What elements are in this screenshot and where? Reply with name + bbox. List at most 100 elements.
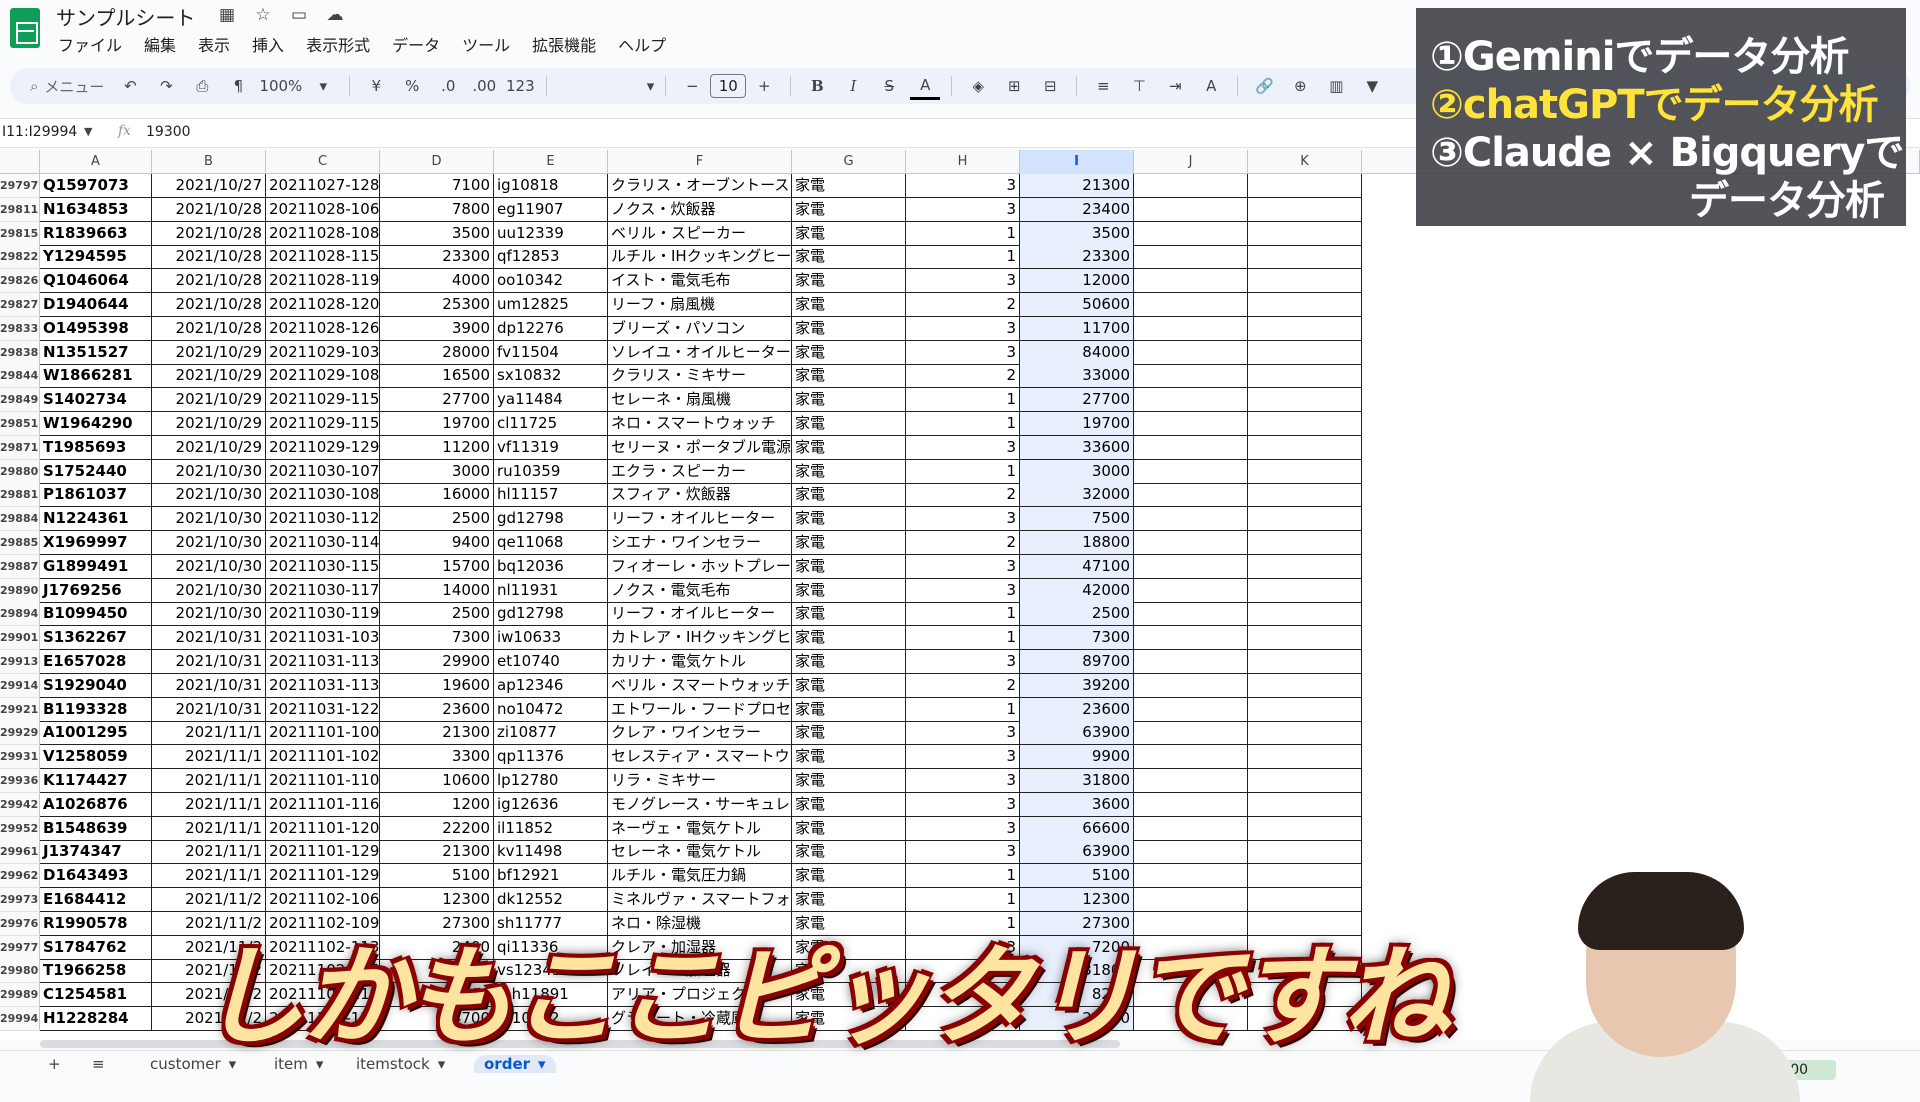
cell-d[interactable]: 1200 [380, 792, 494, 817]
cell-h[interactable]: 3 [906, 745, 1020, 770]
cell-d[interactable]: 19600 [380, 673, 494, 698]
cell-b[interactable]: 2021/11/1 [152, 864, 266, 889]
cell-k[interactable] [1248, 221, 1362, 246]
cell-b[interactable]: 2021/10/30 [152, 554, 266, 579]
row-number[interactable]: 29931 [0, 745, 40, 770]
increase-decimal-button[interactable]: .00 [469, 72, 499, 100]
row-number[interactable]: 29880 [0, 459, 40, 484]
cell-c[interactable]: 20211028-10634 [266, 197, 380, 222]
cell-g[interactable]: 家電 [792, 816, 906, 841]
cell-d[interactable]: 21300 [380, 840, 494, 865]
cell-d[interactable]: 29900 [380, 650, 494, 674]
cell-j[interactable] [1134, 888, 1248, 912]
cell-j[interactable] [1134, 602, 1248, 627]
row-number[interactable]: 29833 [0, 316, 40, 341]
cell-f[interactable]: ルチル・電気圧力鍋 [608, 864, 792, 889]
cell-f[interactable]: ルチル・IHクッキングヒーター [608, 245, 792, 270]
cell-i[interactable]: 5100 [1020, 864, 1134, 889]
font-size-input[interactable]: 10 [710, 74, 747, 98]
italic-button[interactable]: I [838, 72, 868, 100]
cell-k[interactable] [1248, 364, 1362, 389]
cell-b[interactable]: 2021/10/29 [152, 435, 266, 460]
cell-f[interactable]: カリナ・電気ケトル [608, 650, 792, 674]
cell-i[interactable]: 3000 [1020, 459, 1134, 484]
cell-b[interactable]: 2021/10/28 [152, 245, 266, 270]
cell-g[interactable]: 家電 [792, 412, 906, 436]
menu-insert[interactable]: 挿入 [252, 32, 284, 56]
column-header-i[interactable]: I [1020, 150, 1134, 174]
cell-f[interactable]: エトワール・フードプロセッサー [608, 697, 792, 722]
cell-e[interactable]: il11852 [494, 816, 608, 841]
cell-d[interactable]: 7100 [380, 174, 494, 198]
cell-i[interactable]: 33000 [1020, 364, 1134, 389]
cell-k[interactable] [1248, 293, 1362, 317]
cell-k[interactable] [1248, 388, 1362, 413]
cell-i[interactable]: 27700 [1020, 388, 1134, 413]
cell-j[interactable] [1134, 792, 1248, 817]
cell-b[interactable]: 2021/10/31 [152, 626, 266, 651]
menu-extensions[interactable]: 拡張機能 [532, 32, 596, 56]
cell-a[interactable]: W1964290 [40, 412, 152, 436]
cell-g[interactable]: 家電 [792, 174, 906, 198]
cell-h[interactable]: 1 [906, 602, 1020, 627]
cell-g[interactable]: 家電 [792, 769, 906, 793]
decrease-font-size-button[interactable]: − [677, 72, 707, 100]
cell-a[interactable]: B1548639 [40, 816, 152, 841]
cell-a[interactable]: C1254581 [40, 983, 152, 1008]
cell-f[interactable]: リーフ・オイルヒーター [608, 602, 792, 627]
cell-j[interactable] [1134, 221, 1248, 246]
cell-f[interactable]: ノクス・炊飯器 [608, 197, 792, 222]
cell-k[interactable] [1248, 721, 1362, 746]
cell-c[interactable]: 20211028-11922 [266, 269, 380, 294]
cell-a[interactable]: S1752440 [40, 459, 152, 484]
cell-j[interactable] [1134, 554, 1248, 579]
cell-d[interactable]: 4000 [380, 269, 494, 294]
cell-f[interactable]: リーフ・オイルヒーター [608, 507, 792, 532]
percent-format-button[interactable]: % [397, 72, 427, 100]
cell-b[interactable]: 2021/10/29 [152, 364, 266, 389]
cell-a[interactable]: J1374347 [40, 840, 152, 865]
cell-c[interactable]: 20211101-12072 [266, 816, 380, 841]
cell-j[interactable] [1134, 840, 1248, 865]
cell-e[interactable]: nl11931 [494, 578, 608, 603]
cell-c[interactable]: 20211029-11586 [266, 412, 380, 436]
cell-k[interactable] [1248, 174, 1362, 198]
row-number[interactable]: 29942 [0, 792, 40, 817]
cell-c[interactable]: 20211030-11704 [266, 578, 380, 603]
cell-a[interactable]: R1839663 [40, 221, 152, 246]
cell-g[interactable]: 家電 [792, 531, 906, 555]
cell-d[interactable]: 5100 [380, 864, 494, 889]
cell-b[interactable]: 2021/11/1 [152, 792, 266, 817]
cell-b[interactable]: 2021/10/29 [152, 412, 266, 436]
all-sheets-icon[interactable]: ≡ [92, 1055, 105, 1073]
cell-i[interactable]: 2500 [1020, 602, 1134, 627]
cell-j[interactable] [1134, 578, 1248, 603]
cell-j[interactable] [1134, 459, 1248, 484]
row-number[interactable]: 29826 [0, 269, 40, 294]
menu-help[interactable]: ヘルプ [618, 32, 666, 56]
column-header-h[interactable]: H [906, 150, 1020, 174]
cell-k[interactable] [1248, 888, 1362, 912]
cell-e[interactable]: et10740 [494, 650, 608, 674]
cell-c[interactable]: 20211101-10001 [266, 721, 380, 746]
column-header-c[interactable]: C [266, 150, 380, 174]
cell-g[interactable]: 家電 [792, 197, 906, 222]
cell-g[interactable]: 家電 [792, 364, 906, 389]
cell-h[interactable]: 2 [906, 364, 1020, 389]
cell-b[interactable]: 2021/10/28 [152, 293, 266, 317]
chevron-down-icon[interactable]: ▼ [84, 125, 92, 138]
cell-a[interactable]: P1861037 [40, 483, 152, 508]
cell-g[interactable]: 家電 [792, 340, 906, 365]
menu-file[interactable]: ファイル [58, 32, 122, 56]
cell-a[interactable]: N1224361 [40, 507, 152, 532]
cell-e[interactable]: dp12276 [494, 316, 608, 341]
cell-j[interactable] [1134, 388, 1248, 413]
row-number[interactable]: 29822 [0, 245, 40, 270]
cell-d[interactable]: 3300 [380, 745, 494, 770]
cell-g[interactable]: 家電 [792, 626, 906, 651]
menu-tools[interactable]: ツール [462, 32, 510, 56]
row-number[interactable]: 29994 [0, 1007, 40, 1031]
cell-j[interactable] [1134, 626, 1248, 651]
vertical-align-icon[interactable]: ⊤ [1124, 72, 1154, 100]
cell-h[interactable]: 1 [906, 245, 1020, 270]
